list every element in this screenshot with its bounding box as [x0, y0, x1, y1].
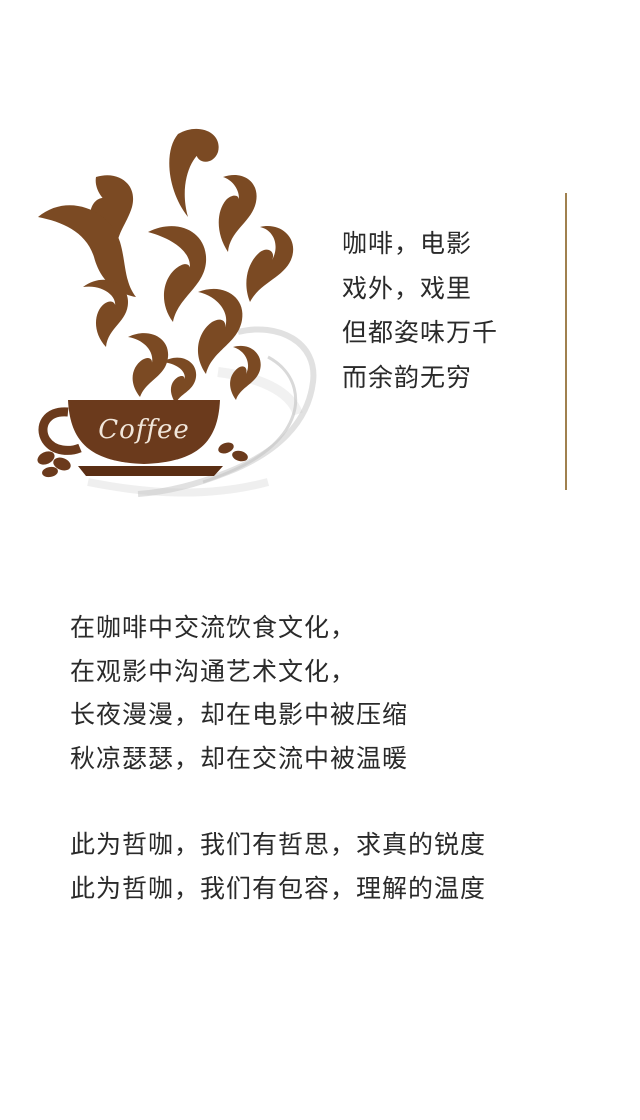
- steam-swirls: [38, 128, 294, 404]
- text-line: 长夜漫漫，却在电影中被压缩: [70, 700, 409, 729]
- body-text: 在咖啡中交流饮食文化， 在观影中沟通艺术文化， 长夜漫漫，却在电影中被压缩 秋凉…: [70, 606, 590, 953]
- poem-line: 但都姿味万千: [342, 318, 499, 347]
- text-line: 在观影中沟通艺术文化，: [70, 656, 357, 686]
- coffee-cup-illustration: Coffee: [28, 122, 328, 507]
- paragraph-culture: 在咖啡中交流饮食文化， 在观影中沟通艺术文化， 长夜漫漫，却在电影中被压缩 秋凉…: [70, 606, 590, 780]
- paragraph-motto: 此为哲咖，我们有哲思，求真的锐度 此为哲咖，我们有包容，理解的温度: [70, 823, 590, 910]
- coffee-cup: Coffee: [38, 400, 220, 464]
- cup-logo-text: Coffee: [98, 415, 190, 445]
- poem-line: 而余韵无穷: [342, 362, 473, 392]
- text-line: 秋凉瑟瑟，却在交流中被温暖: [70, 743, 409, 773]
- saucer: [78, 466, 223, 476]
- poem-block: 咖啡，电影 戏外，戏里 但都姿味万千 而余韵无穷: [342, 222, 552, 400]
- text-line: 此为哲咖，我们有哲思，求真的锐度: [70, 830, 487, 859]
- vertical-divider: [565, 193, 567, 490]
- text-line: 此为哲咖，我们有包容，理解的温度: [70, 873, 487, 903]
- poem-line: 戏外，戏里: [342, 273, 473, 303]
- poem-line: 咖啡，电影: [342, 229, 473, 258]
- text-line: 在咖啡中交流饮食文化，: [70, 613, 357, 642]
